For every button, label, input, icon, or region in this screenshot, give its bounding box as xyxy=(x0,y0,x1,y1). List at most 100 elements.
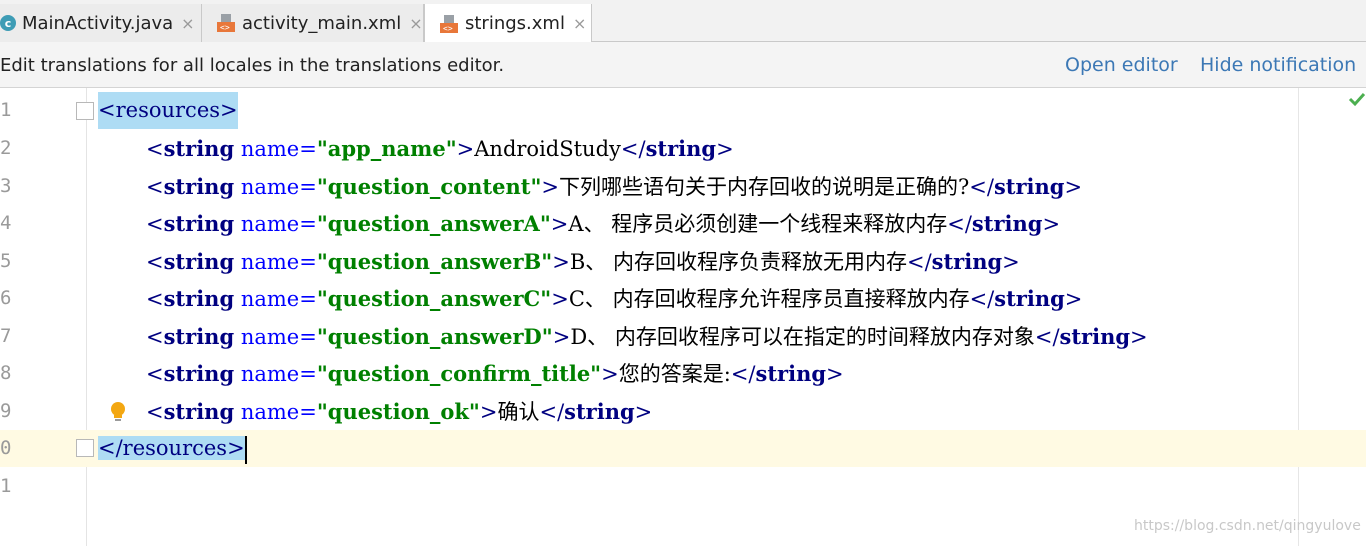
close-icon[interactable]: × xyxy=(181,14,194,33)
code-line: 3 <string name="question_content">下列哪些语句… xyxy=(0,168,1366,205)
code-line: 1 <resources> xyxy=(0,92,1366,129)
close-icon[interactable]: × xyxy=(573,14,586,33)
tag-name: resources xyxy=(115,98,221,122)
tab-label: MainActivity.java xyxy=(22,12,174,34)
tag-open: </ xyxy=(98,436,123,460)
string-text: 您的答案是: xyxy=(618,362,731,386)
attr-value: "question_answerC" xyxy=(316,286,552,311)
tag-name: string xyxy=(163,361,235,386)
line-number: 1 xyxy=(0,99,12,121)
tag-name: string xyxy=(163,136,235,161)
editor-tab-bar: c MainActivity.java × <> activity_main.x… xyxy=(0,0,1366,43)
tab-label: activity_main.xml xyxy=(242,12,402,34)
code-text: <string name="question_answerC">C、 内存回收程… xyxy=(146,286,1083,311)
attr-name: name xyxy=(240,400,300,424)
attr-name: name xyxy=(240,287,300,311)
tag-name: string xyxy=(163,399,235,424)
tag-open: < xyxy=(98,98,116,122)
lightbulb-intention-icon[interactable] xyxy=(108,401,128,423)
xml-file-icon: <> xyxy=(216,13,236,33)
attr-name: name xyxy=(240,212,300,236)
code-line: 4 <string name="question_answerA">A、 程序员… xyxy=(0,205,1366,242)
fold-marker-icon[interactable] xyxy=(76,102,94,120)
tag-name: string xyxy=(755,361,827,386)
tag-close: > xyxy=(220,98,238,122)
code-text: <string name="app_name">AndroidStudy</st… xyxy=(146,136,734,161)
line-number: 1 xyxy=(0,475,12,497)
open-editor-link[interactable]: Open editor xyxy=(1065,54,1178,76)
fold-marker-icon[interactable] xyxy=(76,439,94,457)
tag-name: string xyxy=(163,286,235,311)
code-line: 5 <string name="question_answerB">B、 内存回… xyxy=(0,243,1366,280)
string-text: D、 内存回收程序可以在指定的时间释放内存对象 xyxy=(570,325,1035,349)
line-number: 7 xyxy=(0,325,12,347)
string-text: AndroidStudy xyxy=(474,137,621,161)
tab-strings-xml[interactable]: <> strings.xml × xyxy=(424,4,592,43)
string-text: A、 程序员必须创建一个线程来释放内存 xyxy=(568,212,948,236)
tab-activity-main-xml[interactable]: <> activity_main.xml × xyxy=(202,4,424,42)
line-number: 9 xyxy=(0,400,12,422)
close-icon[interactable]: × xyxy=(409,14,422,33)
code-text: <string name="question_content">下列哪些语句关于… xyxy=(146,174,1083,199)
tag-name: string xyxy=(993,174,1065,199)
tag-name: string xyxy=(564,399,635,424)
xml-file-icon: <> xyxy=(439,14,459,34)
tag-name: string xyxy=(994,286,1065,311)
attr-value: "question_answerB" xyxy=(316,249,553,274)
code-line: 1 xyxy=(0,468,1366,505)
line-number: 5 xyxy=(0,250,12,272)
attr-name: name xyxy=(240,325,300,349)
code-text: <resources> xyxy=(98,92,238,129)
java-class-icon: c xyxy=(0,15,16,31)
attr-name: name xyxy=(240,250,300,274)
svg-text:<>: <> xyxy=(443,24,453,33)
code-line: 9 <string name="question_ok">确认</string> xyxy=(0,393,1366,430)
attr-value: "question_answerA" xyxy=(316,211,551,236)
attr-name: name xyxy=(240,175,300,199)
attr-name: name xyxy=(240,362,300,386)
code-line-current: 0 </resources> xyxy=(0,430,1366,467)
string-text: 下列哪些语句关于内存回收的说明是正确的? xyxy=(559,175,970,199)
code-line: 2 <string name="app_name">AndroidStudy</… xyxy=(0,130,1366,167)
code-text: <string name="question_answerD">D、 内存回收程… xyxy=(146,324,1148,349)
text-caret xyxy=(244,435,247,464)
tab-label: strings.xml xyxy=(465,13,565,34)
line-number: 4 xyxy=(0,212,12,234)
attr-name: name xyxy=(240,137,300,161)
hide-notification-link[interactable]: Hide notification xyxy=(1200,54,1356,76)
tag-name: string xyxy=(971,211,1043,236)
code-line: 6 <string name="question_answerC">C、 内存回… xyxy=(0,280,1366,317)
tag-name: string xyxy=(931,249,1003,274)
code-text: <string name="question_confirm_title">您的… xyxy=(146,361,844,386)
string-text: C、 内存回收程序允许程序员直接释放内存 xyxy=(568,287,970,311)
tag-name: string xyxy=(163,324,235,349)
attr-value: "app_name" xyxy=(316,136,457,161)
tag-name: string xyxy=(1059,324,1131,349)
tag-name: string xyxy=(163,211,235,236)
tab-mainactivity-java[interactable]: c MainActivity.java × xyxy=(0,4,202,42)
tag-name: string xyxy=(163,249,235,274)
svg-text:<>: <> xyxy=(220,23,230,32)
code-line: 7 <string name="question_answerD">D、 内存回… xyxy=(0,318,1366,355)
watermark: https://blog.csdn.net/qingyulove xyxy=(1134,518,1361,534)
notification-text: Edit translations for all locales in the… xyxy=(0,55,505,76)
line-number: 2 xyxy=(0,137,12,159)
tag-close: > xyxy=(227,436,245,460)
line-number: 6 xyxy=(0,287,12,309)
attr-value: "question_content" xyxy=(316,174,542,199)
tag-name: string xyxy=(163,174,235,199)
code-text: <string name="question_answerB">B、 内存回收程… xyxy=(146,249,1020,274)
line-number: 3 xyxy=(0,175,12,197)
string-text: B、 内存回收程序负责释放无用内存 xyxy=(569,250,907,274)
line-number: 0 xyxy=(0,437,12,459)
translations-notification-bar: Edit translations for all locales in the… xyxy=(0,42,1366,88)
code-text: <string name="question_ok">确认</string> xyxy=(146,399,653,424)
code-text: </resources> xyxy=(98,430,247,467)
code-line: 8 <string name="question_confirm_title">… xyxy=(0,355,1366,392)
attr-value: "question_confirm_title" xyxy=(316,361,602,386)
code-editor[interactable]: 1 <resources> 2 <string name="app_name">… xyxy=(0,88,1366,546)
tag-name: string xyxy=(645,136,717,161)
line-number: 8 xyxy=(0,362,12,384)
attr-value: "question_answerD" xyxy=(316,324,553,349)
string-text: 确认 xyxy=(497,400,540,424)
